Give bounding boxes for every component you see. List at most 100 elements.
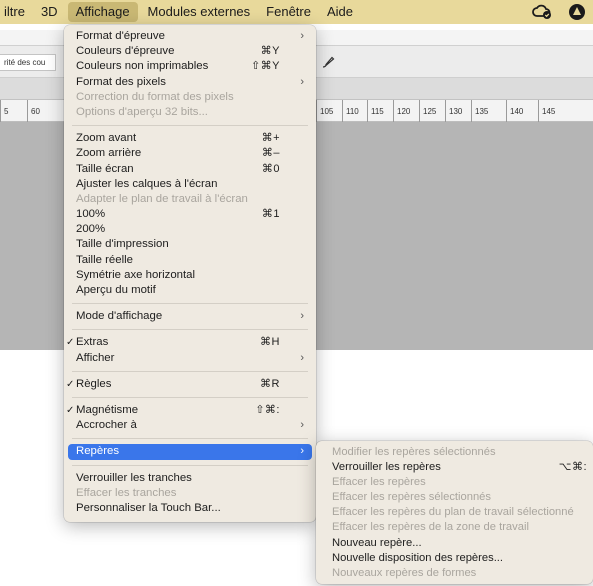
menu-item-label: Repères [76,445,120,458]
menu-item-label: Aperçu du motif [76,284,156,296]
menu-item-extras[interactable]: ✓ Extras ⌘H [64,335,316,350]
menubar-item-affichage[interactable]: Affichage [67,2,138,22]
menu-item-label: Règles [76,377,112,390]
menu-separator [72,370,308,372]
menu-item-personnaliser-la-touch-bar[interactable]: Personnaliser la Touch Bar... [64,501,316,516]
ruler-tick: 5 [0,100,8,122]
menu-item-verrouiller-les-tranches[interactable]: Verrouiller les tranches [64,471,316,486]
menubar-item-filtre[interactable]: iltre [0,0,33,24]
menu-item-options-d-apercu-32-bits: Options d'aperçu 32 bits... [64,105,316,120]
menu-separator [72,438,308,440]
submenu-item-effacer-les-reperes: Effacer les repères [316,475,593,490]
submenu-item-nouveaux-reperes-de-formes: Nouveaux repères de formes [316,566,593,581]
menu-item-ajuster-les-calques-a-l-ecran[interactable]: Ajuster les calques à l'écran [64,177,316,192]
keyboard-shortcut: ⌘Y [260,45,280,58]
menu-item-label: Ajuster les calques à l'écran [76,177,218,190]
menu-item-format-d-epreuve[interactable]: Format d'épreuve › [64,29,316,44]
submenu-item-label: Nouveaux repères de formes [332,566,477,579]
menu-item-label: Format des pixels [76,75,166,88]
menu-item-label: Verrouiller les tranches [76,471,192,484]
submenu-item-label: Effacer les repères [332,476,426,489]
submenu-item-modifier-les-reperes-selectionnes: Modifier les repères sélectionnés [316,445,593,460]
submenu-item-label: Nouvelle disposition des repères... [332,551,504,564]
menu-separator [72,303,308,305]
menu-item-label: Zoom avant [76,132,137,145]
menu-item-zoom-avant[interactable]: Zoom avant ⌘+ [64,131,316,146]
menu-item-label: Effacer les tranches [76,486,177,499]
menu-item-label: 200% [76,223,106,236]
menu-item-label: Magnétisme [76,403,139,416]
menu-item-taille-ecran[interactable]: Taille écran ⌘0 [64,162,316,177]
menu-item-format-des-pixels[interactable]: Format des pixels › [64,75,316,90]
keyboard-shortcut: ⌘1 [261,208,280,221]
ruler-tick: 60 [27,100,40,122]
menu-item-label: Afficher [76,351,115,364]
submenu-item-nouvelle-disposition-des-reperes[interactable]: Nouvelle disposition des repères... [316,551,593,566]
chevron-right-icon: › [300,310,304,323]
submenu-item-label: Effacer les repères du plan de travail s… [332,506,574,519]
menubar-item-3d[interactable]: 3D [33,0,66,24]
ruler-tick: 115 [367,100,384,122]
submenu-item-effacer-les-reperes-du-plan-de-travail-selectionne: Effacer les repères du plan de travail s… [316,505,593,520]
menu-item-zoom-arriere[interactable]: Zoom arrière ⌘– [64,146,316,161]
chevron-right-icon: › [300,30,304,42]
creative-cloud-icon[interactable] [531,3,553,21]
submenu-item-nouveau-repere[interactable]: Nouveau repère... [316,536,593,551]
menu-item-adapter-le-plan-de-travail-a-l-ecran: Adapter le plan de travail à l'écran [64,192,316,207]
menubar-item-modules-externes[interactable]: Modules externes [140,0,259,24]
checkmark-icon: ✓ [66,404,75,416]
submenu-item-label: Effacer les repères sélectionnés [332,491,491,504]
submenu-item-verrouiller-les-reperes[interactable]: Verrouiller les repères ⌥⌘: [316,460,593,475]
reperes-submenu: Modifier les repères sélectionnés Verroui… [316,441,593,584]
submenu-item-label: Verrouiller les repères [332,461,441,474]
chevron-right-icon: › [300,351,304,364]
menu-item-100[interactable]: 100% ⌘1 [64,207,316,222]
submenu-item-label: Nouveau repère... [332,536,422,549]
menu-item-mode-d-affichage[interactable]: Mode d'affichage › [64,309,316,324]
menu-item-regles[interactable]: ✓ Règles ⌘R [64,377,316,392]
menu-item-label: Couleurs d'épreuve [76,45,175,58]
submenu-item-effacer-les-reperes-selectionnes: Effacer les repères sélectionnés [316,490,593,505]
menu-item-200[interactable]: 200% [64,222,316,237]
status-icons [531,3,585,21]
keyboard-shortcut: ⌘0 [261,162,280,175]
menu-item-accrocher-a[interactable]: Accrocher à › [64,418,316,433]
menu-item-taille-d-impression[interactable]: Taille d'impression [64,237,316,252]
ruler-tick: 145 [538,100,555,122]
ruler-tick: 110 [342,100,359,122]
ruler-tick: 135 [471,100,488,122]
menu-item-label: Extras [76,336,109,349]
menu-item-apercu-du-motif[interactable]: Aperçu du motif [64,283,316,298]
ruler-tick: 125 [419,100,436,122]
menu-item-reperes[interactable]: Repères › [68,444,312,460]
ruler-tick: 140 [506,100,523,122]
menu-separator [72,396,308,398]
submenu-item-effacer-les-reperes-de-la-zone-de-travail: Effacer les repères de la zone de travai… [316,520,593,535]
checkmark-icon: ✓ [66,337,75,349]
menu-item-magnetisme[interactable]: ✓ Magnétisme ⇧⌘: [64,403,316,418]
chevron-right-icon: › [300,419,304,432]
keyboard-shortcut: ⌘+ [261,132,280,145]
menu-item-taille-reelle[interactable]: Taille réelle [64,253,316,268]
affichage-menu: Format d'épreuve › Couleurs d'épreuve ⌘Y Cou… [64,25,316,522]
menu-item-symetrie-axe-horizontal[interactable]: Symétrie axe horizontal [64,268,316,283]
keyboard-shortcut: ⇧⌘: [255,403,280,416]
options-field[interactable]: rité des cou [0,54,56,71]
brush-icon[interactable] [320,54,336,70]
menu-item-label: Accrocher à [76,419,137,432]
menu-item-couleurs-non-imprimables[interactable]: Couleurs non imprimables ⇧⌘Y [64,59,316,74]
menu-item-afficher[interactable]: Afficher › [64,351,316,366]
notification-icon[interactable] [569,4,585,20]
keyboard-shortcut: ⌥⌘: [558,461,587,474]
menu-item-label: Taille écran [76,162,134,175]
keyboard-shortcut: ⌘H [260,336,280,349]
menu-item-couleurs-d-epreuve[interactable]: Couleurs d'épreuve ⌘Y [64,44,316,59]
menu-item-label: Symétrie axe horizontal [76,268,196,281]
menu-item-label: Couleurs non imprimables [76,60,209,73]
keyboard-shortcut: ⌘R [260,377,280,390]
menu-item-label: Format d'épreuve [76,30,165,42]
menu-item-label: Mode d'affichage [76,310,163,323]
menubar-item-fenetre[interactable]: Fenêtre [258,0,319,24]
menubar-item-aide[interactable]: Aide [319,0,361,24]
submenu-item-label: Modifier les repères sélectionnés [332,446,496,458]
